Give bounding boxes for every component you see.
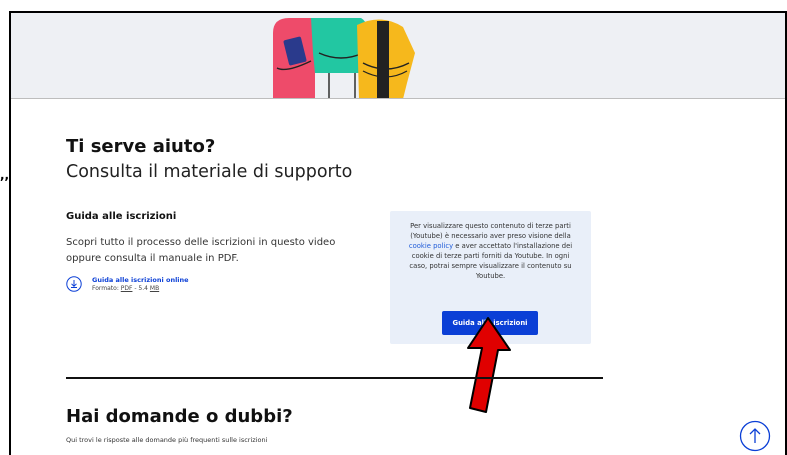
hero-divider xyxy=(11,98,785,99)
cookie-consent-text: Per visualizzare questo contenuto di ter… xyxy=(408,222,573,280)
download-icon[interactable] xyxy=(66,276,82,292)
frame-border xyxy=(9,11,787,13)
faq-title: Hai domande o dubbi? xyxy=(66,406,293,427)
faq-description: Qui trovi le risposte alle domande più f… xyxy=(66,436,268,444)
stray-mark: ,, xyxy=(0,168,10,182)
download-meta: Formato: PDF - 5.4 MB xyxy=(92,285,160,292)
hero-banner xyxy=(11,13,785,99)
students-illustration xyxy=(273,18,415,99)
help-subtitle: Consulta il materiale di supporto xyxy=(66,162,353,182)
frame-border xyxy=(9,11,11,455)
cookie-policy-link[interactable]: cookie policy xyxy=(409,242,453,250)
guide-title: Guida alle iscrizioni xyxy=(66,211,177,222)
annotation-arrow-icon xyxy=(467,317,511,413)
section-divider xyxy=(66,377,603,379)
guide-description: Scopri tutto il processo delle iscrizion… xyxy=(66,237,336,264)
help-title: Ti serve aiuto? xyxy=(66,136,216,157)
page: ,, Ti serve aiuto? Consulta il materiale… xyxy=(0,0,787,455)
guide-download[interactable]: Guida alle iscrizioni online Formato: PD… xyxy=(66,276,189,292)
scroll-to-top-button[interactable] xyxy=(739,420,771,452)
download-link[interactable]: Guida alle iscrizioni online xyxy=(92,276,189,284)
